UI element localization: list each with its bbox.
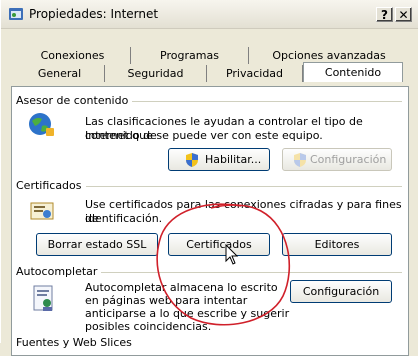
autocomplete-title: Autocompletar bbox=[16, 265, 102, 278]
tab-general[interactable]: General bbox=[15, 65, 105, 82]
tab-seguridad[interactable]: Seguridad bbox=[105, 65, 207, 82]
advisor-config-label: Configuración bbox=[310, 153, 387, 166]
shield-icon bbox=[186, 153, 198, 167]
feeds-title: Fuentes y Web Slices bbox=[16, 336, 132, 349]
enable-button[interactable]: Habilitar... bbox=[168, 148, 270, 171]
title-bar[interactable]: Propiedades: Internet ? ✕ bbox=[1, 0, 418, 29]
tab-row-front: General Seguridad Privacidad Contenido bbox=[1, 62, 418, 82]
internet-properties-window: Propiedades: Internet ? ✕ Conexiones Pro… bbox=[0, 0, 418, 356]
shield-icon-disabled bbox=[294, 153, 306, 167]
window-title: Propiedades: Internet bbox=[29, 7, 159, 21]
tab-conexiones[interactable]: Conexiones bbox=[15, 47, 131, 64]
tab-programas[interactable]: Programas bbox=[131, 47, 249, 64]
annotation-circle bbox=[156, 203, 290, 326]
certificate-icon bbox=[30, 202, 54, 220]
advisor-description-line2: Internet que se puede ver con este equip… bbox=[85, 129, 323, 142]
advisor-title: Asesor de contenido bbox=[16, 94, 133, 107]
help-button[interactable]: ? bbox=[376, 7, 393, 22]
advisor-config-button[interactable]: Configuración bbox=[282, 148, 392, 171]
autocomplete-config-button[interactable]: Configuración bbox=[290, 280, 392, 303]
close-button[interactable]: ✕ bbox=[395, 7, 412, 22]
autocomplete-icon bbox=[33, 285, 53, 311]
publishers-button[interactable]: Editores bbox=[282, 233, 392, 256]
enable-label: Habilitar... bbox=[205, 153, 262, 166]
certificates-title: Certificados bbox=[16, 179, 86, 192]
clear-ssl-button[interactable]: Borrar estado SSL bbox=[36, 233, 158, 256]
internet-options-icon bbox=[9, 8, 23, 20]
tab-contenido[interactable]: Contenido bbox=[303, 62, 403, 82]
content-advisor-icon bbox=[29, 113, 54, 136]
mouse-cursor-icon bbox=[225, 244, 239, 265]
tab-privacidad[interactable]: Privacidad bbox=[207, 65, 303, 82]
